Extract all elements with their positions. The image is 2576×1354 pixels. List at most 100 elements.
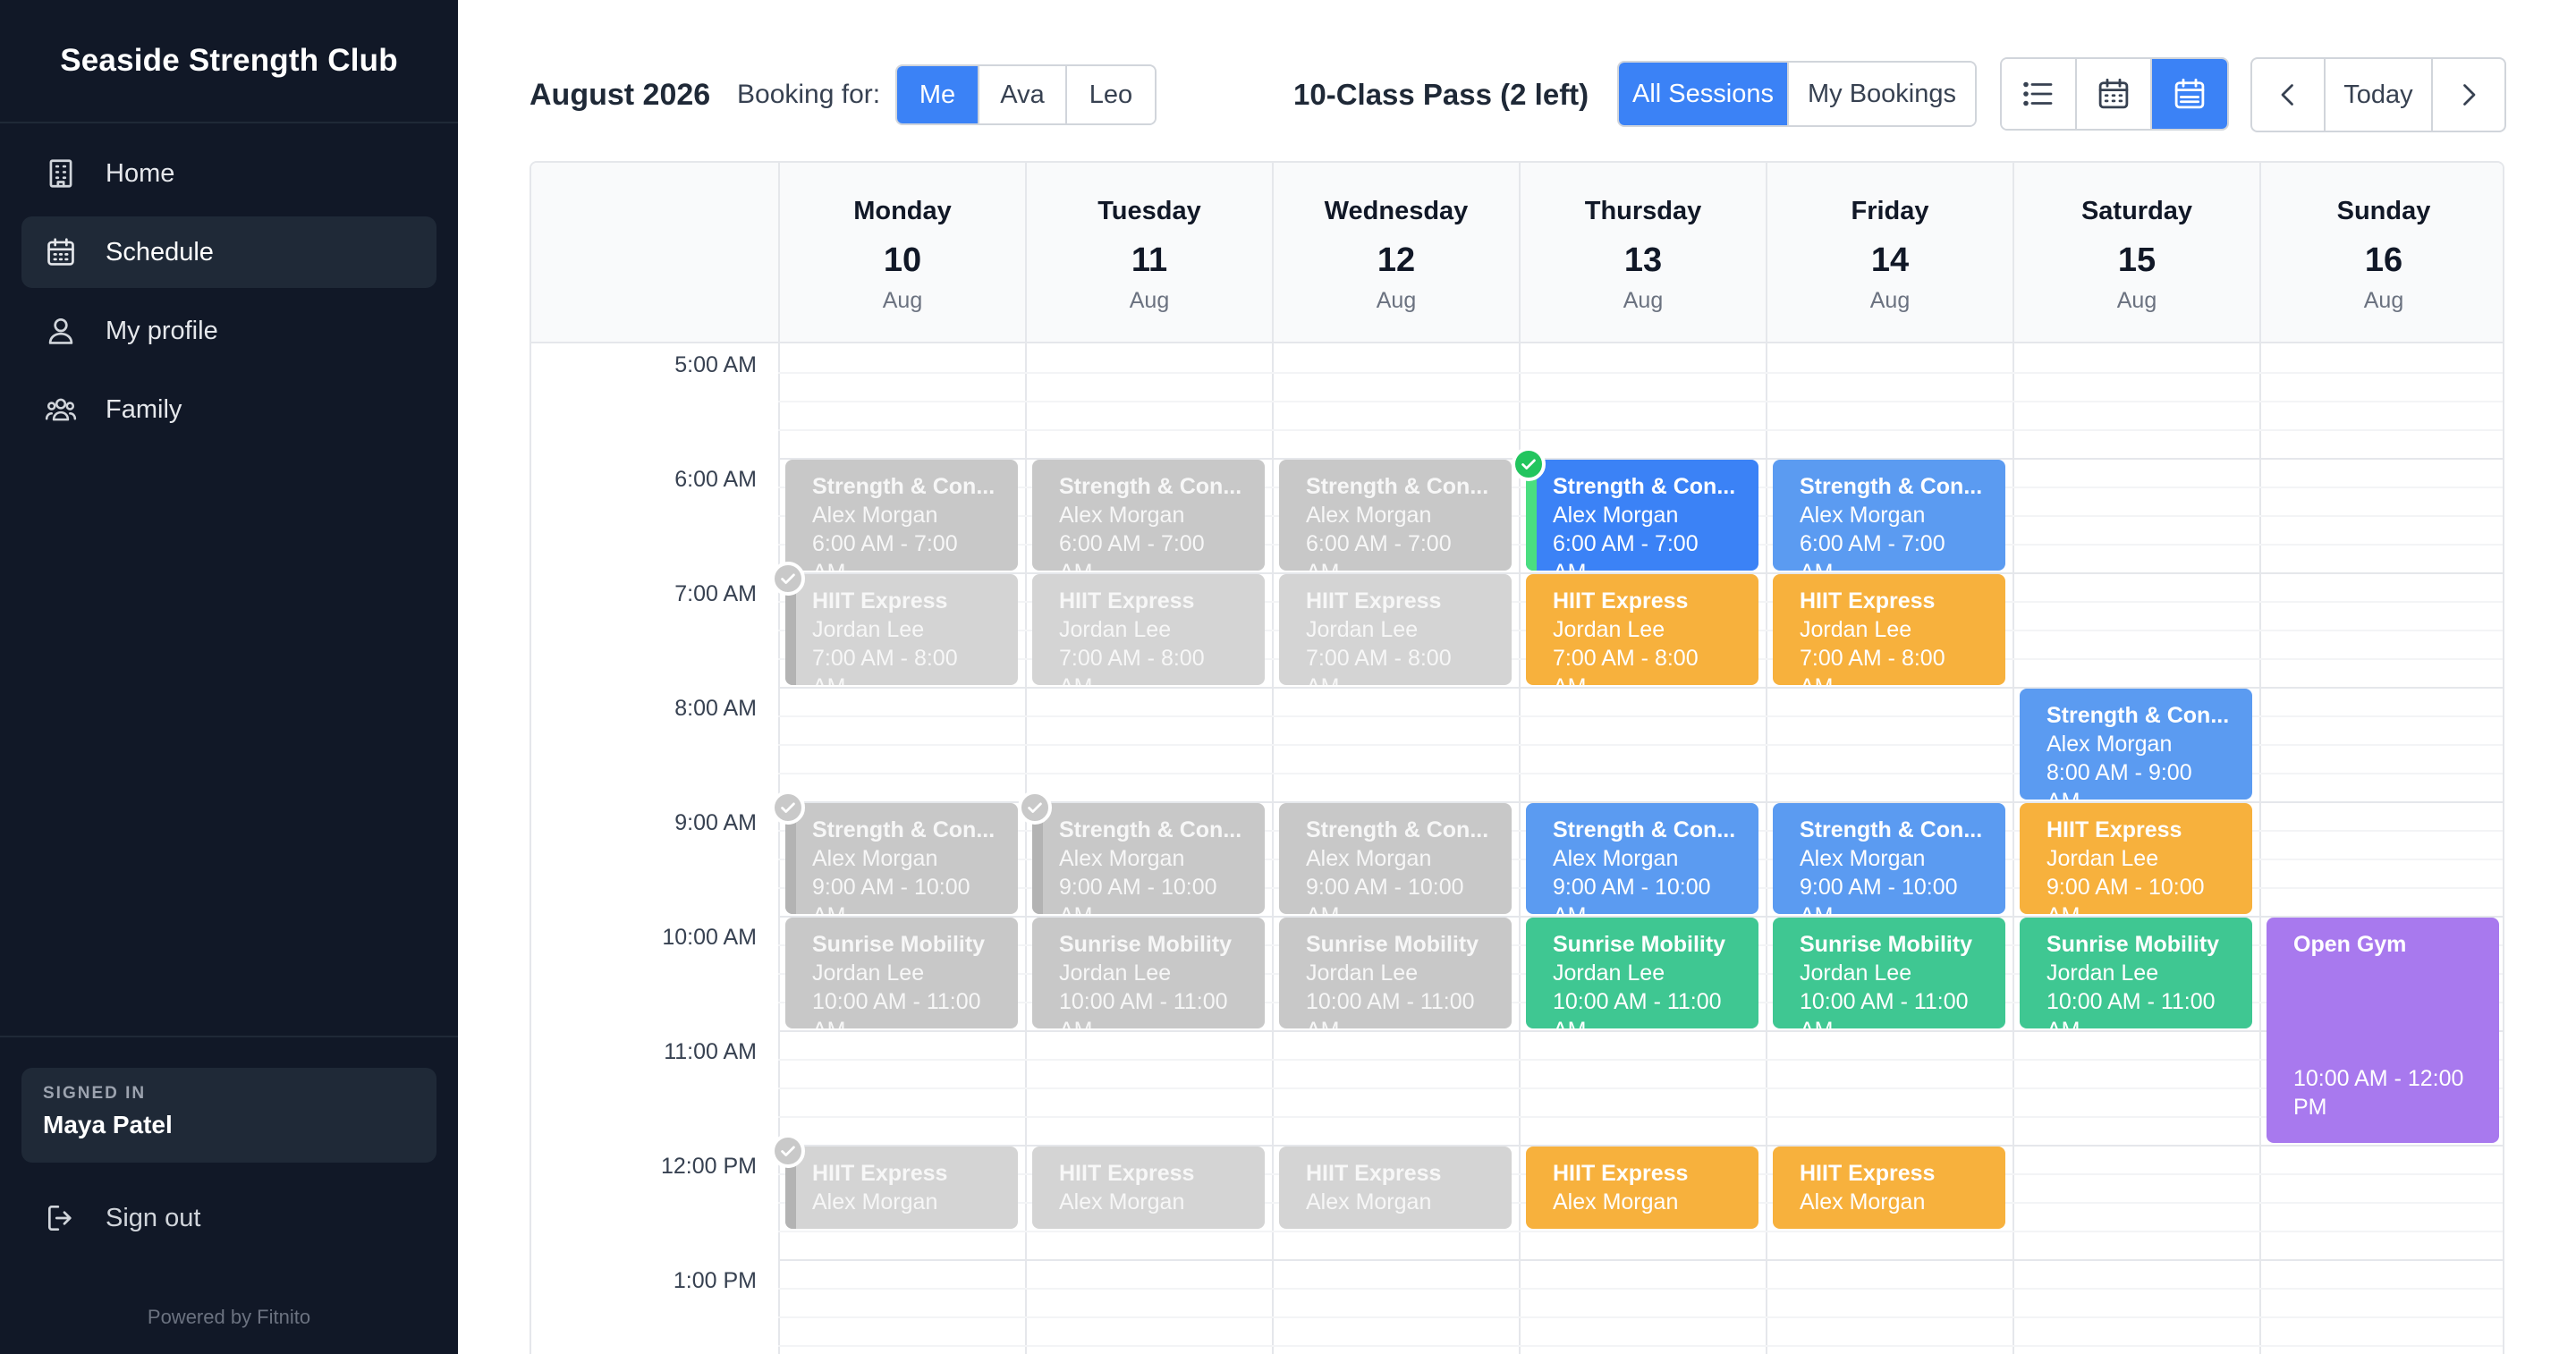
session-trainer: Alex Morgan [1553,846,1679,871]
session-trainer: Jordan Lee [1306,617,1419,642]
quarter-hour-gridline [778,1087,2503,1089]
session-time: 10:00 AM - 11:00 [1059,989,1228,1014]
time-label: 5:00 AM [674,352,757,377]
session-title: Sunrise Mobility [812,932,986,957]
session-sunrise-mobility[interactable]: Sunrise Mobility Jordan Lee 10:00 AM - 11:… [1279,918,1512,1028]
session-strength-con[interactable]: Strength & Con... Alex Morgan 6:00 AM - 7:… [1279,460,1512,571]
session-time: 10:00 AM - 11:00 [812,989,981,1014]
booked-check-icon [771,1134,805,1168]
session-title: Sunrise Mobility [2046,932,2220,957]
sidebar-item-my-profile[interactable]: My profile [21,295,436,367]
day-month: Aug [1129,288,1170,313]
calendar-icon [43,234,79,270]
person-option-leo[interactable]: Leo [1067,66,1155,123]
booked-check-icon [1018,791,1052,825]
session-trainer: Jordan Lee [1800,960,1912,986]
person-option-ava[interactable]: Ava [979,66,1067,123]
session-trainer: Jordan Lee [1306,960,1419,986]
session-strength-con[interactable]: Strength & Con... Alex Morgan 6:00 AM - 7:… [785,460,1018,571]
session-sunrise-mobility[interactable]: Sunrise Mobility Jordan Lee 10:00 AM - 11:… [1526,918,1758,1028]
session-time: 10:00 AM - 12:00 [2293,1066,2464,1091]
list-view-button[interactable] [2002,59,2077,129]
day-number: 14 [1870,241,1910,279]
calendar-month-icon [2098,78,2129,109]
session-strength-con[interactable]: Strength & Con... Alex Morgan 6:00 AM - 7:… [1526,460,1758,571]
time-label: 7:00 AM [674,581,757,606]
view-switcher [2000,57,2229,131]
session-sunrise-mobility[interactable]: Sunrise Mobility Jordan Lee 10:00 AM - 11:… [2020,918,2252,1028]
session-trainer: Alex Morgan [1800,503,1926,528]
session-hiit-express[interactable]: HIIT Express Jordan Lee 7:00 AM - 8:00 AM [785,574,1018,685]
session-hiit-express[interactable]: HIIT Express Alex Morgan [1526,1147,1758,1229]
session-title: HIIT Express [1800,1161,1936,1186]
session-time: 6:00 AM - 7:00 [1306,531,1452,556]
sidebar-item-label: Home [106,158,175,188]
session-time: 7:00 AM - 8:00 [1800,646,1945,671]
session-strength-con[interactable]: Strength & Con... Alex Morgan 9:00 AM - 10… [1526,803,1758,914]
session-hiit-express[interactable]: HIIT Express Jordan Lee 9:00 AM - 10:00AM [2020,803,2252,914]
session-hiit-express[interactable]: HIIT Express Alex Morgan [785,1147,1018,1229]
session-strength-con[interactable]: Strength & Con... Alex Morgan 9:00 AM - 10… [1032,803,1265,914]
sign-out-label: Sign out [106,1203,201,1232]
session-trainer: Alex Morgan [812,503,938,528]
calendar-time-grid: 5:00 AM 6:00 AM 7:00 AM 8:00 AM 9:00 AM 10:00… [531,343,2503,1354]
sidebar-item-label: My profile [106,316,218,345]
session-hiit-express[interactable]: HIIT Express Alex Morgan [1773,1147,2005,1229]
sign-out-button[interactable]: Sign out [43,1191,200,1245]
sidebar-item-schedule[interactable]: Schedule [21,216,436,288]
session-sunrise-mobility[interactable]: Sunrise Mobility Jordan Lee 10:00 AM - 11:… [1773,918,2005,1028]
session-title: Strength & Con... [1059,474,1242,499]
session-time: 8:00 AM - 9:00 [2046,760,2192,785]
sidebar-item-family[interactable]: Family [21,374,436,445]
month-view-button[interactable] [2077,59,2152,129]
day-header-thursday: Thursday 13 Aug [1519,163,1766,343]
session-title: Strength & Con... [2046,703,2230,728]
session-strength-con[interactable]: Strength & Con... Alex Morgan 8:00 AM - 9:… [2020,689,2252,800]
session-trainer: Jordan Lee [2046,846,2159,871]
session-hiit-express[interactable]: HIIT Express Jordan Lee 7:00 AM - 8:00 AM [1279,574,1512,685]
session-hiit-express[interactable]: HIIT Express Jordan Lee 7:00 AM - 8:00 AM [1773,574,2005,685]
session-hiit-express[interactable]: HIIT Express Alex Morgan [1032,1147,1265,1229]
today-button[interactable]: Today [2326,57,2431,132]
session-title: Strength & Con... [1800,817,1983,842]
session-strength-con[interactable]: Strength & Con... Alex Morgan 9:00 AM - 10… [785,803,1018,914]
booked-check-icon [771,791,805,825]
week-calendar: Monday 10 Aug Tuesday 11 Aug Wednesday 12 Aug Thu… [530,161,2504,1354]
session-time-continued: AM [1306,1016,1512,1028]
session-trainer: Jordan Lee [1553,617,1665,642]
session-time: 6:00 AM - 7:00 [812,531,958,556]
sidebar-item-home[interactable]: Home [21,138,436,209]
next-week-button[interactable] [2431,57,2506,132]
session-time: 9:00 AM - 10:00 [1800,875,1958,900]
session-hiit-express[interactable]: HIIT Express Jordan Lee 7:00 AM - 8:00 AM [1526,574,1758,685]
session-open-gym[interactable]: Open Gym 10:00 AM - 12:00 PM [2267,918,2499,1143]
day-name: Sunday [2336,197,2431,225]
session-trainer: Jordan Lee [1553,960,1665,986]
person-option-me[interactable]: Me [897,66,979,123]
week-view-button[interactable] [2152,59,2227,129]
session-trainer: Alex Morgan [1553,503,1679,528]
session-title: Strength & Con... [1306,474,1489,499]
session-strength-con[interactable]: Strength & Con... Alex Morgan 9:00 AM - 10… [1773,803,2005,914]
session-time-continued: AM [812,558,1018,571]
filter-all-sessions[interactable]: All Sessions [1619,63,1789,125]
session-strength-con[interactable]: Strength & Con... Alex Morgan 6:00 AM - 7:… [1773,460,2005,571]
previous-week-button[interactable] [2250,57,2326,132]
session-time-continued: AM [1800,558,2005,571]
session-time-continued: AM [1059,558,1265,571]
powered-by: Powered by Fitnito [147,1306,311,1328]
session-sunrise-mobility[interactable]: Sunrise Mobility Jordan Lee 10:00 AM - 11:… [1032,918,1265,1028]
session-trainer: Alex Morgan [812,846,938,871]
session-strength-con[interactable]: Strength & Con... Alex Morgan 6:00 AM - 7:… [1032,460,1265,571]
session-time: 10:00 AM - 11:00 [1306,989,1475,1014]
session-sunrise-mobility[interactable]: Sunrise Mobility Jordan Lee 10:00 AM - 11:… [785,918,1018,1028]
session-hiit-express[interactable]: HIIT Express Jordan Lee 7:00 AM - 8:00 AM [1032,574,1265,685]
day-number: 15 [2117,241,2157,279]
session-title: HIIT Express [1306,1161,1442,1186]
building-icon [43,156,79,191]
day-name: Friday [1851,197,1929,225]
session-trainer: Alex Morgan [1306,1189,1432,1214]
filter-my-bookings[interactable]: My Bookings [1789,63,1975,125]
session-strength-con[interactable]: Strength & Con... Alex Morgan 9:00 AM - 10… [1279,803,1512,914]
session-hiit-express[interactable]: HIIT Express Alex Morgan [1279,1147,1512,1229]
